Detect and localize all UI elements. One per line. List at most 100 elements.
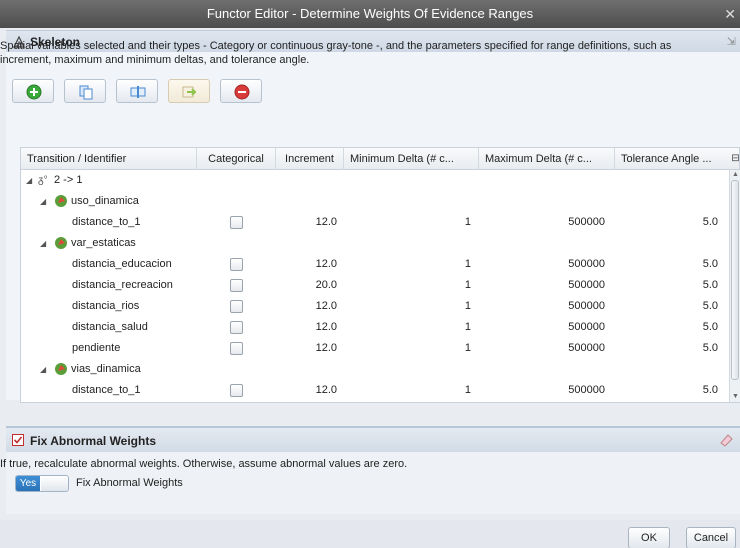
categorical-checkbox[interactable] [230, 216, 243, 229]
grid-vertical-scrollbar[interactable]: ▲ ▼ [729, 170, 740, 402]
variable-group-icon [55, 237, 67, 249]
collapse-icon[interactable]: ◢ [40, 191, 46, 212]
tree-row-group[interactable]: ◢ var_estaticas [21, 233, 729, 254]
increment-cell[interactable]: 12.0 [276, 317, 337, 338]
collapse-icon[interactable]: ◢ [40, 359, 46, 380]
tree-row-group[interactable]: ◢ uso_dinamica [21, 191, 729, 212]
identifier-cell: distancia_salud [72, 321, 148, 333]
toggle-knob[interactable] [41, 476, 68, 491]
tree-row-group[interactable]: ◢ vias_dinamica [21, 359, 729, 380]
categorical-checkbox[interactable] [230, 321, 243, 334]
max-delta-cell[interactable]: 500000 [479, 317, 605, 338]
table-row[interactable]: pendiente 12.0 1 500000 5.0 [21, 338, 729, 359]
ok-button[interactable]: OK [628, 527, 670, 548]
ranges-grid: Transition / Identifier Categorical Incr… [20, 147, 740, 403]
close-icon[interactable]: ✕ [724, 0, 736, 28]
increment-cell[interactable]: 12.0 [276, 296, 337, 317]
max-delta-cell[interactable]: 500000 [479, 254, 605, 275]
min-delta-cell[interactable]: 1 [344, 212, 471, 233]
copy-button[interactable] [64, 79, 106, 103]
column-header-increment[interactable]: Increment [276, 148, 344, 170]
grid-body: ◢ ᵹ° 2 -> 1 ◢ uso_dinamica distance_to_1… [21, 170, 729, 402]
group-label: vias_dinamica [71, 363, 141, 375]
increment-cell[interactable]: 12.0 [276, 338, 337, 359]
tree-row-transition[interactable]: ◢ ᵹ° 2 -> 1 [21, 170, 729, 191]
increment-cell[interactable]: 12.0 [276, 380, 337, 401]
min-delta-cell[interactable]: 1 [344, 254, 471, 275]
toggle-on-label: Yes [16, 476, 40, 491]
add-button[interactable] [12, 79, 54, 103]
eraser-icon[interactable] [718, 432, 734, 448]
table-row[interactable]: distance_to_1 12.0 1 500000 5.0 [21, 380, 729, 401]
identifier-cell: distancia_rios [72, 300, 140, 312]
tolerance-cell[interactable]: 5.0 [615, 254, 718, 275]
collapse-icon[interactable]: ◢ [40, 233, 46, 254]
table-row[interactable]: distance_to_1 12.0 1 500000 5.0 [21, 212, 729, 233]
identifier-cell: distancia_educacion [72, 258, 172, 270]
transition-label: 2 -> 1 [54, 174, 83, 186]
edit-icon [130, 86, 146, 98]
increment-cell[interactable]: 12.0 [276, 254, 337, 275]
column-header-categorical[interactable]: Categorical [197, 148, 276, 170]
column-options-icon[interactable]: ⊟ [730, 148, 740, 170]
collapse-icon[interactable]: ◢ [26, 170, 32, 191]
tolerance-cell[interactable]: 5.0 [615, 338, 718, 359]
table-row[interactable]: distancia_educacion 12.0 1 500000 5.0 [21, 254, 729, 275]
categorical-checkbox[interactable] [230, 279, 243, 292]
variable-group-icon [55, 195, 67, 207]
scroll-up-icon[interactable]: ▲ [731, 170, 740, 180]
column-header-max-delta[interactable]: Maximum Delta (# c... [479, 148, 615, 170]
min-delta-cell[interactable]: 1 [344, 296, 471, 317]
min-delta-cell[interactable]: 1 [344, 380, 471, 401]
tolerance-cell[interactable]: 5.0 [615, 296, 718, 317]
cancel-button[interactable]: Cancel [686, 527, 736, 548]
column-header-min-delta[interactable]: Minimum Delta (# c... [344, 148, 479, 170]
max-delta-cell[interactable]: 500000 [479, 296, 605, 317]
increment-cell[interactable]: 12.0 [276, 212, 337, 233]
scrollbar-thumb[interactable] [731, 180, 739, 380]
categorical-checkbox[interactable] [230, 258, 243, 271]
tolerance-cell[interactable]: 5.0 [615, 380, 718, 401]
abnormal-title: Fix Abnormal Weights [30, 434, 157, 448]
move-button[interactable] [168, 79, 210, 103]
plus-circle-icon [26, 84, 42, 100]
table-row[interactable]: distancia_recreacion 20.0 1 500000 5.0 [21, 275, 729, 296]
increment-cell[interactable]: 20.0 [276, 275, 337, 296]
pin-icon[interactable]: ⇲ [727, 35, 736, 48]
identifier-cell: distancia_recreacion [72, 279, 173, 291]
table-row[interactable]: distancia_rios 12.0 1 500000 5.0 [21, 296, 729, 317]
max-delta-cell[interactable]: 500000 [479, 212, 605, 233]
transition-icon: ᵹ° [38, 175, 48, 186]
copy-icon [79, 85, 93, 100]
categorical-checkbox[interactable] [230, 342, 243, 355]
max-delta-cell[interactable]: 500000 [479, 275, 605, 296]
min-delta-cell[interactable]: 1 [344, 317, 471, 338]
group-label: uso_dinamica [71, 195, 139, 207]
remove-button[interactable] [220, 79, 262, 103]
fix-abnormal-toggle-label: Fix Abnormal Weights [76, 477, 183, 489]
window-titlebar: Functor Editor - Determine Weights Of Ev… [0, 0, 740, 28]
categorical-checkbox[interactable] [230, 300, 243, 313]
scroll-down-icon[interactable]: ▼ [731, 392, 740, 402]
identifier-cell: pendiente [72, 342, 121, 354]
abnormal-header[interactable]: Fix Abnormal Weights [6, 426, 740, 452]
min-delta-cell[interactable]: 1 [344, 275, 471, 296]
min-delta-cell[interactable]: 1 [344, 338, 471, 359]
skeleton-description: Spatial variables selected and their typ… [0, 40, 672, 66]
table-row[interactable]: distancia_salud 12.0 1 500000 5.0 [21, 317, 729, 338]
tolerance-cell[interactable]: 5.0 [615, 212, 718, 233]
variable-group-icon [55, 363, 67, 375]
categorical-checkbox[interactable] [230, 384, 243, 397]
column-header-tolerance[interactable]: Tolerance Angle ... [615, 148, 729, 170]
max-delta-cell[interactable]: 500000 [479, 338, 605, 359]
grid-header: Transition / Identifier Categorical Incr… [21, 148, 740, 170]
column-header-transition[interactable]: Transition / Identifier [21, 148, 197, 170]
max-delta-cell[interactable]: 500000 [479, 380, 605, 401]
tolerance-cell[interactable]: 5.0 [615, 275, 718, 296]
identifier-cell: distance_to_1 [72, 384, 141, 396]
tolerance-cell[interactable]: 5.0 [615, 317, 718, 338]
group-label: var_estaticas [71, 237, 136, 249]
checkbox-checked-icon [12, 434, 24, 446]
fix-abnormal-toggle[interactable]: Yes [15, 475, 69, 492]
edit-button[interactable] [116, 79, 158, 103]
